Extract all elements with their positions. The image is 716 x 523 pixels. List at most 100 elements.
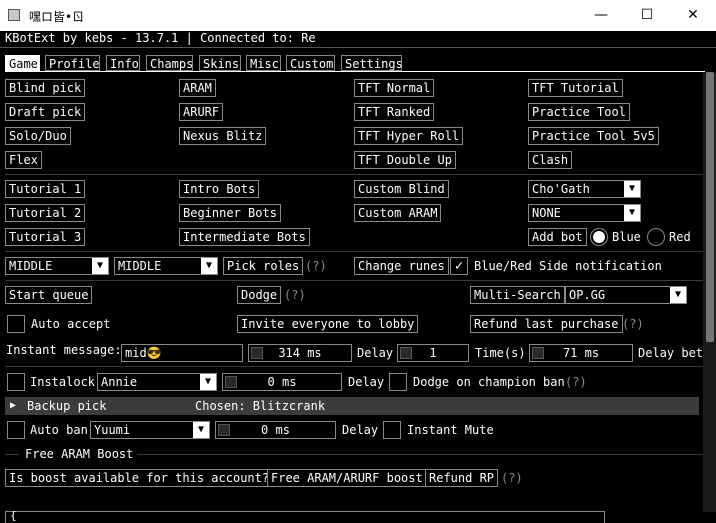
message-between-delay-value: 71 ms xyxy=(562,346,600,360)
beginner-bots-button[interactable]: Beginner Bots xyxy=(179,204,281,222)
refund-help[interactable]: (?) xyxy=(622,315,644,333)
message-delay-label: Delay xyxy=(357,346,394,360)
queue-flex-button[interactable]: Flex xyxy=(5,151,42,169)
instalock-delay-label: Delay xyxy=(348,375,385,389)
auto-ban-checkbox[interactable] xyxy=(7,421,25,439)
queue-tft-tutorial-button[interactable]: TFT Tutorial xyxy=(528,79,623,97)
change-runes-button[interactable]: Change runes xyxy=(354,257,449,275)
pick-roles-button[interactable]: Pick roles xyxy=(223,257,304,275)
boost-available-button[interactable]: Is boost available for this account? xyxy=(5,469,274,487)
side-notification-checkbox[interactable]: ✓ xyxy=(450,257,468,275)
message-times-value: 1 xyxy=(429,346,437,360)
bot-champion-value: Cho'Gath xyxy=(532,182,590,196)
auto-ban-delay-value: 0 ms xyxy=(261,423,290,437)
start-queue-button[interactable]: Start queue xyxy=(5,286,93,304)
secondary-role-value: MIDDLE xyxy=(118,259,162,273)
maximize-button[interactable]: ☐ xyxy=(624,0,670,31)
dodge-help[interactable]: (?) xyxy=(284,286,306,304)
message-times-slider[interactable]: 1 xyxy=(397,344,469,362)
drag-handle-icon xyxy=(400,347,412,359)
queue-arurf-button[interactable]: ARURF xyxy=(179,103,224,121)
team-blue-radio[interactable] xyxy=(590,228,608,246)
tab-profile[interactable]: Profile xyxy=(45,55,100,71)
output-console[interactable]: { xyxy=(5,509,605,523)
multi-search-site-select[interactable]: OP.GG ▼ xyxy=(565,286,687,304)
chevron-down-icon: ▼ xyxy=(624,205,640,221)
tab-settings[interactable]: Settings xyxy=(341,55,403,71)
dodge-on-ban-label: Dodge on champion ban xyxy=(413,375,565,389)
tab-champs[interactable]: Champs xyxy=(146,55,193,71)
tab-misc[interactable]: Misc xyxy=(246,55,281,71)
drag-handle-icon xyxy=(225,376,237,388)
multi-search-button[interactable]: Multi-Search xyxy=(470,286,565,304)
queue-nexus-blitz-button[interactable]: Nexus Blitz xyxy=(179,127,267,145)
message-between-delay-slider[interactable]: 71 ms xyxy=(529,344,633,362)
tab-game[interactable]: Game xyxy=(5,55,40,71)
section-separator xyxy=(5,251,703,252)
free-aram-boost-button[interactable]: Free ARAM/ARURF boost xyxy=(267,469,427,487)
vertical-scrollbar[interactable] xyxy=(703,72,716,512)
intermediate-bots-button[interactable]: Intermediate Bots xyxy=(179,228,310,246)
tab-info[interactable]: Info xyxy=(106,55,140,71)
console-text: { xyxy=(10,509,17,522)
instalock-label: Instalock xyxy=(30,375,96,389)
tab-skins[interactable]: Skins xyxy=(199,55,241,71)
instalock-champion-select[interactable]: Annie ▼ xyxy=(97,373,217,391)
refund-last-purchase-button[interactable]: Refund last purchase xyxy=(470,315,623,333)
dodge-on-ban-help[interactable]: (?) xyxy=(565,373,587,391)
invite-everyone-button[interactable]: Invite everyone to lobby xyxy=(237,315,419,333)
minimize-button[interactable]: — xyxy=(578,0,624,31)
dodge-button[interactable]: Dodge xyxy=(237,286,282,304)
tutorial-3-button[interactable]: Tutorial 3 xyxy=(5,228,86,246)
message-times-label: Time(s) xyxy=(475,346,526,360)
refund-rp-button[interactable]: Refund RP xyxy=(425,469,499,487)
queue-tft-normal-button[interactable]: TFT Normal xyxy=(354,79,435,97)
queue-draft-pick-button[interactable]: Draft pick xyxy=(5,103,86,121)
queue-practice-tool-button[interactable]: Practice Tool xyxy=(528,103,630,121)
instant-mute-label: Instant Mute xyxy=(407,423,494,437)
add-bot-button[interactable]: Add bot xyxy=(528,228,587,246)
team-red-label: Red xyxy=(669,230,691,244)
backup-pick-header[interactable]: ▶ Backup pick Chosen: Blitzcrank xyxy=(5,397,699,415)
bot-champion-select[interactable]: Cho'Gath ▼ xyxy=(528,180,641,198)
tab-custom[interactable]: Custom xyxy=(286,55,335,71)
team-red-radio[interactable] xyxy=(647,228,665,246)
queue-tft-double-up-button[interactable]: TFT Double Up xyxy=(354,151,456,169)
queue-tft-ranked-button[interactable]: TFT Ranked xyxy=(354,103,435,121)
close-button[interactable]: ✕ xyxy=(670,0,716,31)
bot-difficulty-select[interactable]: NONE ▼ xyxy=(528,204,641,222)
queue-solo-duo-button[interactable]: Solo/Duo xyxy=(5,127,71,145)
tutorial-2-button[interactable]: Tutorial 2 xyxy=(5,204,86,222)
auto-ban-delay-slider[interactable]: 0 ms xyxy=(215,421,336,439)
pick-roles-help[interactable]: (?) xyxy=(305,257,327,275)
instalock-champion-value: Annie xyxy=(101,375,138,389)
queue-tft-hyper-roll-button[interactable]: TFT Hyper Roll xyxy=(354,127,464,145)
instant-mute-checkbox[interactable] xyxy=(383,421,401,439)
chevron-down-icon: ▼ xyxy=(670,287,686,303)
instalock-delay-slider[interactable]: 0 ms xyxy=(222,373,342,391)
queue-aram-button[interactable]: ARAM xyxy=(179,79,216,97)
bot-difficulty-value: NONE xyxy=(532,206,561,220)
instant-message-input[interactable]: mid😎 xyxy=(121,344,243,362)
queue-blind-pick-button[interactable]: Blind pick xyxy=(5,79,86,97)
message-delay-slider[interactable]: 314 ms xyxy=(248,344,352,362)
secondary-role-select[interactable]: MIDDLE ▼ xyxy=(114,257,218,275)
custom-blind-button[interactable]: Custom Blind xyxy=(354,180,449,198)
instalock-checkbox[interactable] xyxy=(7,373,25,391)
primary-role-select[interactable]: MIDDLE ▼ xyxy=(5,257,109,275)
dodge-on-ban-checkbox[interactable] xyxy=(389,373,407,391)
queue-practice-tool-5v5-button[interactable]: Practice Tool 5v5 xyxy=(528,127,659,145)
instant-message-label: Instant message: xyxy=(6,343,122,357)
queue-clash-button[interactable]: Clash xyxy=(528,151,573,169)
message-between-delay-label: Delay bet xyxy=(638,346,704,360)
tutorial-1-button[interactable]: Tutorial 1 xyxy=(5,180,86,198)
aram-boost-help[interactable]: (?) xyxy=(501,469,523,487)
intro-bots-button[interactable]: Intro Bots xyxy=(179,180,260,198)
custom-aram-button[interactable]: Custom ARAM xyxy=(354,204,442,222)
side-notification-label: Blue/Red Side notification xyxy=(474,259,662,273)
auto-accept-checkbox[interactable] xyxy=(7,315,25,333)
auto-ban-champion-select[interactable]: Yuumi ▼ xyxy=(90,421,210,439)
scrollbar-thumb[interactable] xyxy=(706,72,714,342)
chevron-down-icon: ▼ xyxy=(200,374,216,390)
expand-arrow-icon: ▶ xyxy=(10,400,17,411)
